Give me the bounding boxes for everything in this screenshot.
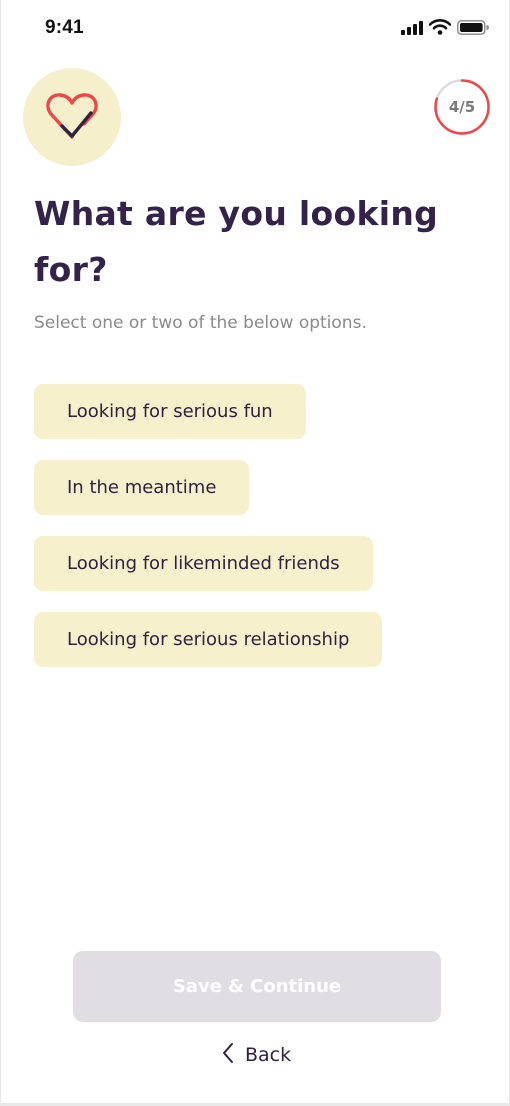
logo: [23, 68, 121, 166]
step-label: 4/5: [448, 98, 476, 116]
cellular-signal-icon: [401, 20, 423, 39]
wifi-icon: [428, 19, 452, 39]
back-button[interactable]: Back: [221, 1040, 291, 1070]
page-subtitle: Select one or two of the below options.: [34, 313, 367, 333]
battery-icon: [457, 19, 489, 39]
page-title: What are you looking for?: [34, 194, 439, 289]
step-progress: 4/5: [433, 78, 491, 136]
chevron-left-icon: [221, 1042, 235, 1069]
option-likeminded-friends[interactable]: Looking for likeminded friends: [34, 536, 373, 591]
options-list: Looking for serious fun In the meantime …: [34, 384, 383, 688]
back-label: Back: [245, 1044, 292, 1066]
status-time: 9:41: [45, 17, 84, 38]
save-continue-button[interactable]: Save & Continue: [73, 951, 441, 1022]
option-in-the-meantime[interactable]: In the meantime: [34, 460, 250, 515]
status-icons: [401, 19, 489, 39]
screen: 9:41 4/5 What are you looking for? Selec…: [0, 0, 510, 1106]
option-serious-relationship[interactable]: Looking for serious relationship: [34, 612, 383, 667]
option-serious-fun[interactable]: Looking for serious fun: [34, 384, 306, 439]
heart-check-icon: [46, 93, 98, 139]
